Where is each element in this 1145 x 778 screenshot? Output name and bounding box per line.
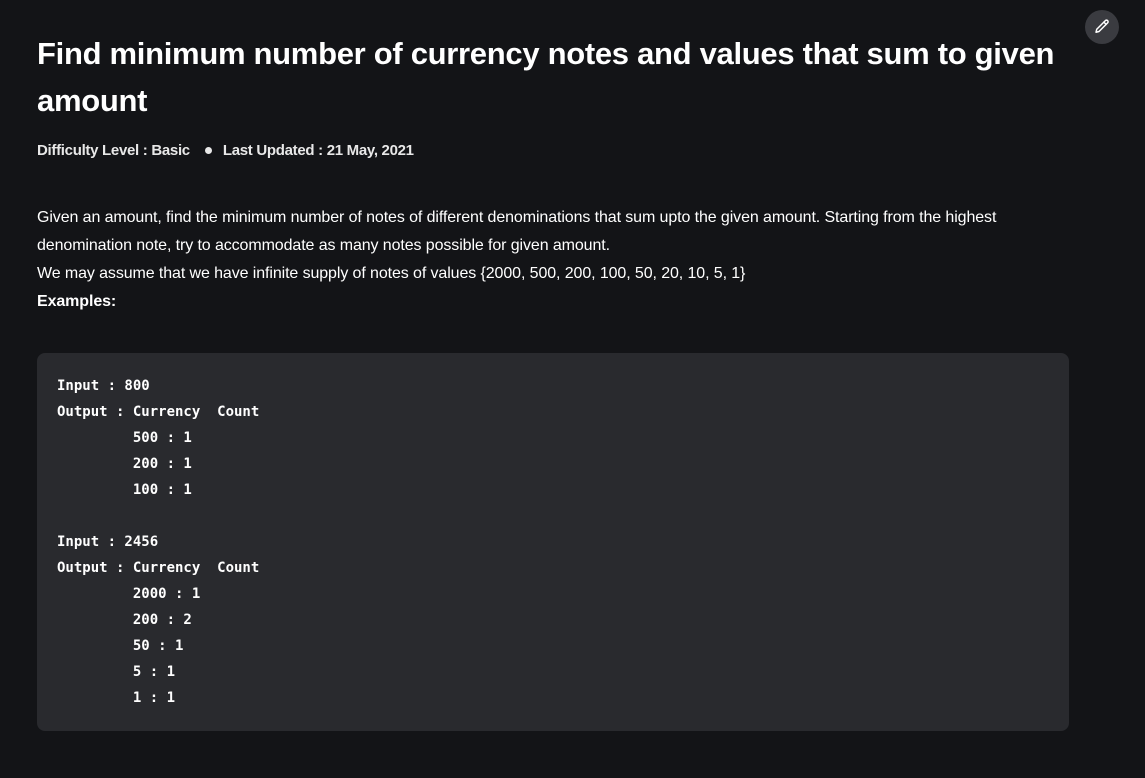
article-body: Given an amount, find the minimum number… bbox=[37, 204, 1072, 316]
paragraph-assumption: We may assume that we have infinite supp… bbox=[37, 265, 746, 282]
code-examples: Input : 800 Output : Currency Count 500 … bbox=[57, 378, 260, 706]
pencil-icon bbox=[1093, 18, 1111, 36]
edit-button[interactable] bbox=[1085, 10, 1119, 44]
paragraph-intro: Given an amount, find the minimum number… bbox=[37, 209, 997, 254]
last-updated: Last Updated : 21 May, 2021 bbox=[222, 141, 414, 159]
code-block: Input : 800 Output : Currency Count 500 … bbox=[37, 353, 1069, 731]
examples-heading: Examples: bbox=[37, 293, 117, 310]
article-page: Find minimum number of currency notes an… bbox=[0, 0, 1145, 778]
difficulty-level: Difficulty Level : Basic bbox=[37, 141, 190, 159]
meta-separator-dot bbox=[204, 146, 212, 154]
article-content: Find minimum number of currency notes an… bbox=[37, 30, 1072, 316]
page-title: Find minimum number of currency notes an… bbox=[37, 36, 1055, 118]
article-meta: Difficulty Level : Basic Last Updated : … bbox=[37, 140, 1072, 160]
